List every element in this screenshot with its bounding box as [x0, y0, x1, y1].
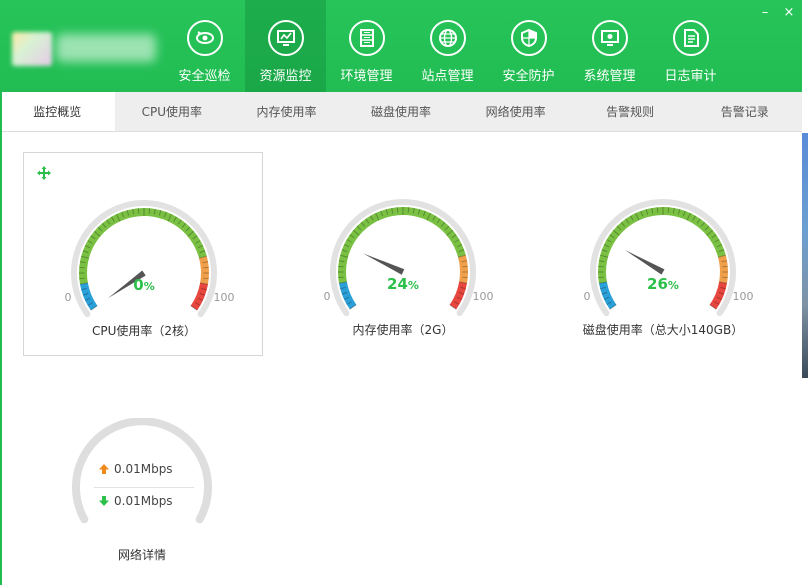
nav-security-patrol[interactable]: 安全巡检 [164, 0, 245, 92]
gauge-label: CPU使用率（2核） [91, 324, 197, 338]
gauge-min-label: 0 [324, 290, 331, 303]
gauge-needle [363, 253, 405, 275]
gauge-value: 26% [647, 275, 679, 293]
monitor-chart-icon [267, 20, 304, 56]
nav-label: 安全防护 [502, 69, 555, 84]
tab-overview[interactable]: 监控概览 [0, 92, 115, 131]
download-rate: 0.01Mbps [114, 494, 173, 508]
tab-network[interactable]: 网络使用率 [458, 92, 573, 131]
gauge-outer-ring [590, 199, 736, 317]
gauge-label: 磁盘使用率（总大小140GB） [582, 323, 744, 337]
globe-icon [429, 20, 466, 56]
nav-label: 安全巡检 [178, 69, 231, 84]
gauge-value: 0% [133, 276, 154, 294]
nav-system-management[interactable]: 系统管理 [569, 0, 650, 92]
settings-monitor-icon [591, 20, 628, 56]
gauge-min-label: 0 [65, 291, 72, 304]
tab-alert-rules[interactable]: 告警规则 [573, 92, 688, 131]
nav-resource-monitor[interactable]: 资源监控 [245, 0, 326, 92]
minimize-button[interactable]: – [758, 6, 772, 20]
download-row: 0.01Mbps [98, 494, 173, 508]
server-rack-icon [348, 20, 385, 56]
tab-alert-records[interactable]: 告警记录 [687, 92, 802, 131]
gauge-max-label: 100 [473, 290, 494, 303]
main-nav: 安全巡检 资源监控 环境管理 站点管理 安全防护 系统管理 日志审计 [164, 0, 731, 92]
upload-rate: 0.01Mbps [114, 462, 173, 476]
nav-label: 环境管理 [340, 69, 393, 84]
close-button[interactable]: × [782, 6, 796, 20]
nav-log-audit[interactable]: 日志审计 [650, 0, 731, 92]
disk-gauge-card[interactable]: 26% 0 100 磁盘使用率（总大小140GB） [543, 152, 783, 356]
cpu-gauge-card[interactable]: 0% 0 100 CPU使用率（2核） [23, 152, 263, 356]
upload-row: 0.01Mbps [98, 462, 173, 476]
nav-label: 资源监控 [259, 69, 312, 84]
tab-cpu[interactable]: CPU使用率 [115, 92, 230, 131]
gauge-needle [624, 250, 665, 275]
tab-bar: 监控概览 CPU使用率 内存使用率 磁盘使用率 网络使用率 告警规则 告警记录 [0, 92, 802, 132]
window-controls: – × [758, 6, 796, 20]
app-header: 安全巡检 资源监控 环境管理 站点管理 安全防护 系统管理 日志审计 – × [0, 0, 802, 92]
nav-security-protection[interactable]: 安全防护 [488, 0, 569, 92]
gauge-max-label: 100 [733, 290, 754, 303]
gauge-max-label: 100 [214, 291, 235, 304]
gauge-segment-warning [718, 255, 728, 284]
gauge-value: 24% [387, 275, 419, 293]
tab-memory[interactable]: 内存使用率 [229, 92, 344, 131]
nav-label: 系统管理 [583, 69, 636, 84]
nav-site-management[interactable]: 站点管理 [407, 0, 488, 92]
network-card[interactable]: 0.01Mbps 0.01Mbps 网络详情 [62, 418, 222, 578]
memory-gauge-card[interactable]: 24% 0 100 内存使用率（2G） [283, 152, 523, 356]
network-label: 网络详情 [117, 548, 166, 562]
divider [94, 487, 194, 488]
gauge-min-label: 0 [584, 290, 591, 303]
nav-environment[interactable]: 环境管理 [326, 0, 407, 92]
app-logo [6, 28, 158, 68]
gauge-label: 内存使用率（2G） [352, 323, 454, 337]
tab-disk[interactable]: 磁盘使用率 [344, 92, 459, 131]
document-icon [672, 20, 709, 56]
gauge-segment-warning [458, 255, 468, 284]
eye-radar-icon [186, 20, 223, 56]
download-arrow-icon [99, 496, 109, 506]
gauge-outer-ring [330, 199, 476, 317]
gauge-outer-ring [71, 200, 217, 318]
nav-label: 日志审计 [664, 69, 717, 84]
gauge-segment-warning [199, 256, 209, 285]
background-strip [802, 133, 808, 378]
upload-arrow-icon [99, 464, 109, 474]
shield-icon [510, 20, 547, 56]
nav-label: 站点管理 [421, 69, 474, 84]
window-border [0, 92, 2, 585]
network-ring [72, 418, 212, 524]
